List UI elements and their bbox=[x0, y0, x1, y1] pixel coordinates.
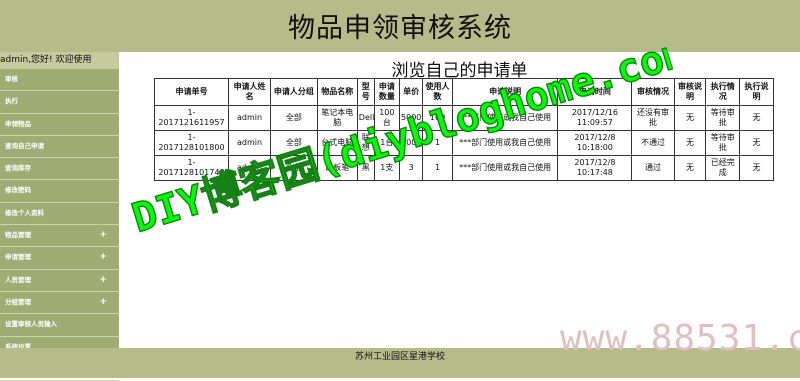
sidebar-item-label: 审核 bbox=[5, 75, 18, 83]
sidebar-item[interactable]: 物品管理 + bbox=[0, 225, 119, 248]
sidebar-item-label: 查询自己申请 bbox=[5, 141, 44, 150]
sidebar: admin,您好! 欢迎使用 审核执行申领物品查询自己申请 查询库存修改密码修改个… bbox=[0, 52, 119, 381]
footer-text: 苏州工业园区星港学校 bbox=[354, 352, 445, 362]
watermark-secondary: www.88531.cn bbox=[560, 318, 800, 359]
sidebar-item[interactable]: 申领物品 bbox=[0, 114, 119, 136]
sidebar-item[interactable]: 设置审核人员输入 bbox=[0, 314, 119, 337]
sidebar-item-label: 修改个人资料 bbox=[5, 208, 44, 217]
table-cell: 等待审批 bbox=[705, 130, 741, 156]
table-cell: 1-2017121611957 bbox=[154, 105, 229, 131]
sidebar-item-label: 修改密码 bbox=[5, 186, 31, 195]
sidebar-item-label: 人员管理 bbox=[5, 275, 31, 284]
sidebar-item-label: 执行 bbox=[5, 97, 18, 106]
header: 物品申领审核系统 bbox=[0, 0, 800, 52]
column-header: 申请单号 bbox=[154, 78, 229, 106]
sidebar-item-label: 分组管理 bbox=[5, 297, 31, 306]
table-cell: admin bbox=[227, 105, 272, 131]
sidebar-item-label: 设置审核人员输入 bbox=[5, 320, 57, 329]
sidebar-item[interactable]: 申请管理 + bbox=[0, 247, 119, 270]
column-header: 申请人姓名 bbox=[227, 78, 272, 106]
sidebar-item[interactable]: 修改密码 bbox=[0, 180, 119, 203]
column-header: 物品名称 bbox=[316, 78, 358, 106]
sidebar-item[interactable]: 修改个人资料 bbox=[0, 203, 119, 226]
sidebar-item-label: 申领物品 bbox=[5, 119, 31, 128]
expand-plus-icon[interactable]: + bbox=[99, 292, 107, 313]
column-header: 执行情况 bbox=[705, 78, 741, 106]
sidebar-item[interactable]: 查询自己申请 bbox=[0, 136, 119, 159]
sidebar-menu: 审核 执行 申领物品 查询自己申请 查询库存 修改密码 修改个人资料 物品管理 + 申请管理 + 人员… bbox=[0, 69, 119, 381]
sidebar-item-label: 申请管理 bbox=[5, 253, 31, 262]
table-cell: 已经完成 bbox=[705, 155, 741, 181]
expand-plus-icon[interactable]: + bbox=[99, 270, 107, 291]
table-cell: 等待审批 bbox=[705, 105, 741, 131]
sidebar-item-label: 查询库存 bbox=[5, 164, 31, 173]
table-cell: 无 bbox=[739, 105, 774, 131]
sidebar-item[interactable]: 审核 bbox=[0, 69, 119, 92]
sidebar-item[interactable]: 执行 bbox=[0, 91, 119, 114]
app-title: 物品申领审核系统 bbox=[288, 13, 512, 44]
column-header: 申请人分组 bbox=[270, 78, 318, 106]
sidebar-item[interactable]: 人员管理 + bbox=[0, 270, 119, 292]
sidebar-item[interactable]: 查询库存 bbox=[0, 158, 119, 181]
sidebar-item[interactable]: 分组管理 + bbox=[0, 292, 119, 315]
expand-plus-icon[interactable]: + bbox=[99, 247, 107, 268]
column-header: 执行说明 bbox=[739, 78, 774, 106]
sidebar-item-label: 物品管理 bbox=[5, 231, 31, 240]
table-cell: 无 bbox=[739, 155, 774, 181]
welcome-text: admin,您好! 欢迎使用 bbox=[0, 52, 119, 69]
table-cell: 无 bbox=[739, 130, 774, 156]
expand-plus-icon[interactable]: + bbox=[99, 225, 107, 246]
